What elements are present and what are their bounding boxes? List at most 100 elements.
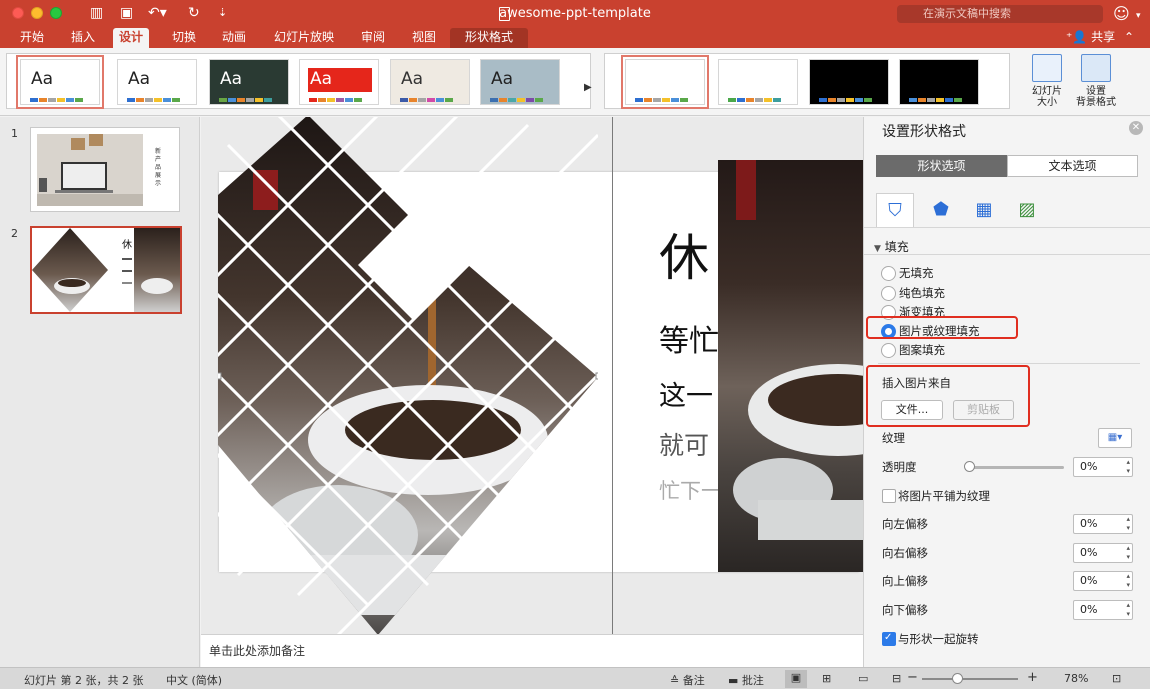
color-swatch xyxy=(517,98,525,102)
tab-text-options[interactable]: 文本选项 xyxy=(1007,155,1138,177)
theme-sample-text: Aa xyxy=(401,69,424,89)
slide-number: 1 xyxy=(11,127,18,140)
zoom-level[interactable]: 78% xyxy=(1064,672,1088,685)
color-swatch xyxy=(490,98,498,102)
texture-picker-icon[interactable]: ▦▾ xyxy=(1098,428,1132,448)
zoom-in-icon[interactable]: + xyxy=(1027,670,1038,685)
zoom-slider-thumb[interactable] xyxy=(952,673,963,684)
slide-thumbnail-2[interactable]: 休 xyxy=(30,226,182,314)
tab-design[interactable]: 设计 xyxy=(113,28,150,48)
slide-subtitle[interactable]: 等忙 xyxy=(659,316,719,360)
slide-sorter-view-icon[interactable]: ⊞ xyxy=(822,672,831,685)
slide-size-button[interactable]: 幻灯片 大小 xyxy=(1025,52,1069,108)
variant-thumbnail[interactable] xyxy=(809,59,889,105)
offset-right-field[interactable]: 0% xyxy=(1073,543,1133,563)
notes-area[interactable]: 单击此处添加备注 xyxy=(201,634,863,667)
color-swatch xyxy=(246,98,254,102)
slide-text-line-2[interactable]: 就可 xyxy=(659,426,709,462)
theme-color-swatches xyxy=(30,98,83,102)
slide-text-line-3[interactable]: 忙下一 xyxy=(659,475,722,505)
color-swatch xyxy=(499,98,507,102)
color-swatch xyxy=(837,98,845,102)
tab-shape-options[interactable]: 形状选项 xyxy=(876,155,1007,177)
transparency-slider-thumb[interactable] xyxy=(964,461,975,472)
slide-editing-canvas[interactable]: 休 等忙 这一 就可 忙下一 xyxy=(201,117,863,634)
color-swatch xyxy=(127,98,135,102)
slide-thumbnail-1[interactable]: 新产品展示 xyxy=(30,127,180,212)
picture-icon[interactable]: ▨ xyxy=(1008,193,1046,227)
tab-shape-format[interactable]: 形状格式 xyxy=(450,28,529,48)
tab-review[interactable]: 审阅 xyxy=(355,28,391,48)
no-fill-radio[interactable]: 无填充 xyxy=(881,265,934,281)
theme-color-swatches xyxy=(400,98,453,102)
comments-toggle[interactable]: ▬ 批注 xyxy=(728,672,764,688)
gallery-next-arrow-icon[interactable]: ▶ xyxy=(584,82,592,93)
offset-left-label: 向左偏移 xyxy=(882,517,928,531)
collapse-ribbon-icon[interactable]: ⌃ xyxy=(1124,28,1134,46)
theme-thumbnail[interactable]: Aa xyxy=(209,59,289,105)
theme-color-swatches xyxy=(219,98,272,102)
fill-section-header[interactable]: ▼ 填充 xyxy=(874,238,909,255)
size-properties-icon[interactable]: ▦ xyxy=(965,193,1003,227)
smart-guide-line xyxy=(612,117,613,634)
color-swatch xyxy=(671,98,679,102)
language-indicator[interactable]: 中文 (简体) xyxy=(166,672,222,688)
rotate-with-shape-checkbox[interactable]: 与形状一起旋转 xyxy=(882,631,979,646)
pattern-fill-radio[interactable]: 图案填充 xyxy=(881,342,945,358)
chevron-down-icon[interactable]: ▾ xyxy=(1136,8,1141,24)
theme-sample-text: Aa xyxy=(128,69,151,89)
tab-home[interactable]: 开始 xyxy=(14,28,50,48)
tab-slideshow[interactable]: 幻灯片放映 xyxy=(268,28,340,48)
share-button[interactable]: ⁺👤 共享 xyxy=(1066,28,1115,46)
theme-sample-text: Aa xyxy=(310,69,333,89)
variant-thumbnail[interactable] xyxy=(899,59,979,105)
slide-text-line-1[interactable]: 这一 xyxy=(659,374,713,413)
format-background-button[interactable]: 设置 背景格式 xyxy=(1073,52,1119,108)
effects-icon[interactable]: ⬟ xyxy=(922,193,960,227)
fit-to-window-icon[interactable]: ⊡ xyxy=(1112,672,1121,685)
color-swatch xyxy=(237,98,245,102)
theme-thumbnail[interactable]: Aa xyxy=(390,59,470,105)
offset-bottom-field[interactable]: 0% xyxy=(1073,600,1133,620)
color-swatch xyxy=(936,98,944,102)
offset-left-field[interactable]: 0% xyxy=(1073,514,1133,534)
reading-view-icon[interactable]: ▭ xyxy=(858,672,868,685)
coffee-diamond-mosaic[interactable] xyxy=(218,117,598,634)
coffee-photo-right[interactable] xyxy=(718,160,863,572)
tab-view[interactable]: 视图 xyxy=(406,28,442,48)
color-swatch xyxy=(409,98,417,102)
slideshow-view-icon[interactable]: ⊟ xyxy=(892,672,901,685)
format-background-icon xyxy=(1081,54,1111,82)
tab-insert[interactable]: 插入 xyxy=(65,28,101,48)
search-input[interactable]: 在演示文稿中搜索 xyxy=(897,5,1103,23)
normal-view-icon[interactable]: ▣ xyxy=(785,670,807,688)
color-swatch xyxy=(680,98,688,102)
close-icon[interactable]: ✕ xyxy=(1129,121,1143,135)
transparency-field[interactable]: 0% xyxy=(1073,457,1133,477)
theme-thumbnail[interactable]: Aa xyxy=(117,59,197,105)
theme-thumbnail[interactable]: Aa xyxy=(299,59,379,105)
color-swatch xyxy=(535,98,543,102)
feedback-smiley-icon[interactable]: ☺ xyxy=(1113,4,1130,23)
color-swatch xyxy=(136,98,144,102)
variant-thumbnail[interactable] xyxy=(621,55,709,109)
offset-top-field[interactable]: 0% xyxy=(1073,571,1133,591)
tab-animations[interactable]: 动画 xyxy=(216,28,252,48)
zoom-slider[interactable] xyxy=(922,678,1018,680)
fill-line-icon[interactable]: ⛉ xyxy=(876,193,914,227)
variant-thumbnail[interactable] xyxy=(718,59,798,105)
tab-transitions[interactable]: 切换 xyxy=(166,28,202,48)
solid-fill-radio[interactable]: 纯色填充 xyxy=(881,285,945,301)
slide-title[interactable]: 休 xyxy=(659,218,709,290)
tile-picture-checkbox[interactable]: 将图片平铺为纹理 xyxy=(882,489,990,503)
notes-toggle[interactable]: ≙ 备注 xyxy=(670,672,705,688)
zoom-out-icon[interactable]: − xyxy=(907,670,918,685)
theme-thumbnail[interactable]: Aa xyxy=(480,59,560,105)
notes-icon: ≙ xyxy=(670,674,680,687)
add-person-icon: ⁺👤 xyxy=(1066,30,1088,44)
theme-thumbnail[interactable]: Aa xyxy=(16,55,104,109)
svg-text:休: 休 xyxy=(122,239,132,251)
color-swatch xyxy=(57,98,65,102)
transparency-slider[interactable] xyxy=(969,466,1064,469)
slide-thumbnail-pane: 1 新产品展示 2 休 xyxy=(0,117,200,667)
